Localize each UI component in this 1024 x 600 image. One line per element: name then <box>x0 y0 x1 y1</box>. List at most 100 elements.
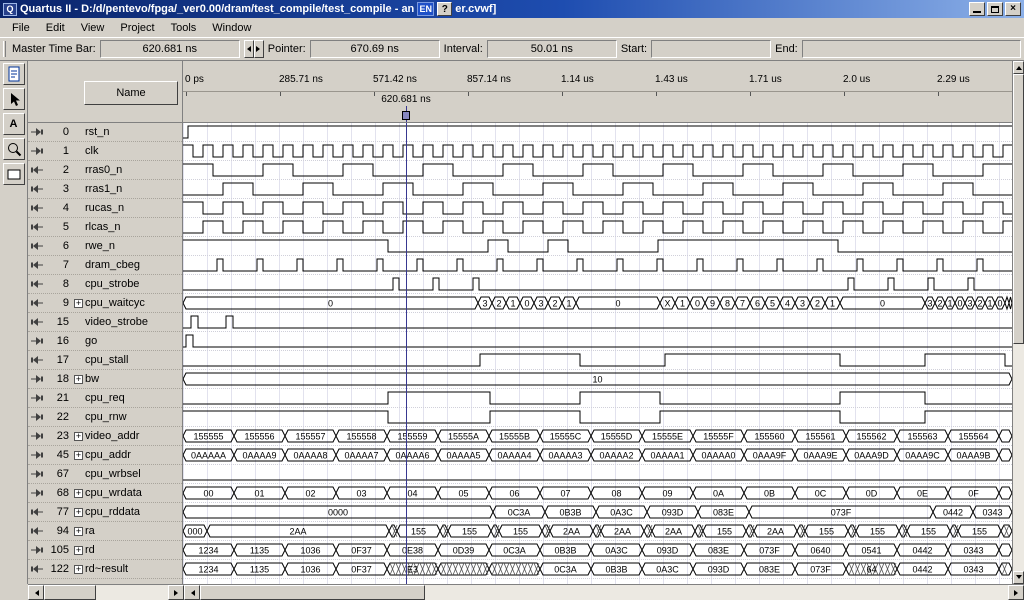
wave-row[interactable] <box>183 351 1012 370</box>
expand-button[interactable]: + <box>74 432 83 441</box>
wave-row[interactable] <box>183 237 1012 256</box>
wave-row[interactable]: 1234113510360F37E30C3A0B3B0A3C093D083E07… <box>183 560 1012 579</box>
menu-project[interactable]: Project <box>112 20 162 36</box>
wave-row[interactable] <box>183 256 1012 275</box>
expand-button[interactable]: + <box>74 546 83 555</box>
scroll-up-button[interactable] <box>1013 61 1024 74</box>
signal-row[interactable]: 16go <box>28 332 182 351</box>
wave-row[interactable]: 0AAAAA0AAAA90AAAA80AAAA70AAAA60AAAA50AAA… <box>183 446 1012 465</box>
wave-row[interactable] <box>183 465 1012 484</box>
signal-row[interactable]: 45+cpu_addr <box>28 446 182 465</box>
expand-button[interactable]: + <box>74 451 83 460</box>
signal-panel-hscrollbar[interactable] <box>28 584 184 600</box>
wave-row[interactable] <box>183 218 1012 237</box>
signal-row[interactable]: 15video_strobe <box>28 313 182 332</box>
master-time-cursor-line[interactable] <box>406 123 407 584</box>
panel-scroll-right-button[interactable] <box>168 585 184 600</box>
waveform-display[interactable]: 032103210X10987654321032103210 10 15555515… <box>183 123 1012 584</box>
signal-row[interactable]: 3rras1_n <box>28 180 182 199</box>
signal-row[interactable]: 5rlcas_n <box>28 218 182 237</box>
signal-row[interactable]: 23+video_addr <box>28 427 182 446</box>
wave-row[interactable] <box>183 389 1012 408</box>
wave-row[interactable]: 000102030405060708090A0B0C0D0E0F <box>183 484 1012 503</box>
fullscreen-tool-button[interactable] <box>3 163 25 185</box>
wave-row[interactable] <box>183 161 1012 180</box>
title-bar[interactable]: Q Quartus II - D:/d/pentevo/fpga/_ver0.0… <box>0 0 1024 18</box>
svg-text:000: 000 <box>187 527 202 537</box>
wave-row[interactable]: 10 <box>183 370 1012 389</box>
signal-row[interactable]: 77+cpu_rddata <box>28 503 182 522</box>
panel-scroll-left-button[interactable] <box>28 585 44 600</box>
spin-left-button[interactable] <box>244 40 254 58</box>
select-tool-button[interactable] <box>3 88 25 110</box>
panel-scroll-thumb[interactable] <box>44 585 96 600</box>
toolbar-grip[interactable] <box>3 41 6 57</box>
wave-scroll-track[interactable] <box>200 585 1008 600</box>
menu-file[interactable]: File <box>4 20 38 36</box>
signal-row[interactable]: 2rras0_n <box>28 161 182 180</box>
menu-window[interactable]: Window <box>204 20 259 36</box>
signal-row[interactable]: 7dram_cbeg <box>28 256 182 275</box>
signal-row[interactable]: 68+cpu_wrdata <box>28 484 182 503</box>
menu-edit[interactable]: Edit <box>38 20 73 36</box>
wave-scroll-thumb[interactable] <box>200 585 425 600</box>
master-time-bar-handle[interactable] <box>402 111 410 120</box>
signal-pin-cell <box>28 222 46 232</box>
signal-row[interactable]: 9+cpu_waitcyc <box>28 294 182 313</box>
wave-row[interactable]: 0002AA1551551552AA2AA2AA1552AA1551551551… <box>183 522 1012 541</box>
wave-row[interactable] <box>183 180 1012 199</box>
signal-row[interactable]: 94+ra <box>28 522 182 541</box>
scroll-down-button[interactable] <box>1013 571 1024 584</box>
vertical-scrollbar[interactable] <box>1012 61 1024 584</box>
wave-row[interactable] <box>183 275 1012 294</box>
spin-right-button[interactable] <box>254 40 264 58</box>
expand-button[interactable]: + <box>74 508 83 517</box>
menu-view[interactable]: View <box>73 20 113 36</box>
signal-row[interactable]: 67cpu_wrbsel <box>28 465 182 484</box>
vertical-scroll-thumb[interactable] <box>1013 74 1024 344</box>
wave-row[interactable] <box>183 123 1012 142</box>
wave-row[interactable] <box>183 142 1012 161</box>
signal-row[interactable]: 0rst_n <box>28 123 182 142</box>
wave-row[interactable] <box>183 332 1012 351</box>
waveform-hscrollbar[interactable] <box>184 584 1024 600</box>
wave-row[interactable]: 032103210X10987654321032103210 <box>183 294 1012 313</box>
close-button[interactable]: × <box>1005 2 1021 16</box>
expand-button[interactable]: + <box>74 527 83 536</box>
wave-row[interactable]: 15555515555615555715555815555915555A1555… <box>183 427 1012 446</box>
wave-scroll-right-button[interactable] <box>1008 585 1024 600</box>
signal-row[interactable]: 1clk <box>28 142 182 161</box>
signal-row[interactable]: 105+rd <box>28 541 182 560</box>
wave-row[interactable] <box>183 408 1012 427</box>
signal-row[interactable]: 8cpu_strobe <box>28 275 182 294</box>
help-badge[interactable]: ? <box>437 2 452 16</box>
name-column-header[interactable]: Name <box>84 81 178 105</box>
master-time-ruler[interactable]: 620.681 ns <box>183 91 1012 122</box>
expand-button[interactable]: + <box>74 489 83 498</box>
signal-row[interactable]: 18+bw <box>28 370 182 389</box>
language-badge[interactable]: EN <box>417 2 434 16</box>
wave-row[interactable] <box>183 313 1012 332</box>
wave-row[interactable] <box>183 199 1012 218</box>
signal-row[interactable]: 6rwe_n <box>28 237 182 256</box>
expand-button[interactable]: + <box>74 565 83 574</box>
signal-row[interactable]: 4rucas_n <box>28 199 182 218</box>
wave-row[interactable]: 1234113510360F370E380D390C3A0B3B0A3C093D… <box>183 541 1012 560</box>
expand-button[interactable]: + <box>74 375 83 384</box>
expand-button[interactable]: + <box>74 299 83 308</box>
wave-scroll-left-button[interactable] <box>184 585 200 600</box>
signal-row[interactable]: 22cpu_rnw <box>28 408 182 427</box>
wave-row[interactable]: 00000C3A0B3B0A3C093D083E073F04420343 <box>183 503 1012 522</box>
signal-row[interactable]: 122+rd~result <box>28 560 182 579</box>
report-tool-button[interactable] <box>3 63 25 85</box>
panel-scroll-track[interactable] <box>44 585 168 600</box>
vertical-scroll-track[interactable] <box>1013 74 1024 571</box>
zoom-tool-button[interactable] <box>3 138 25 160</box>
signal-row[interactable]: 21cpu_req <box>28 389 182 408</box>
restore-button[interactable] <box>987 2 1003 16</box>
menu-tools[interactable]: Tools <box>163 20 205 36</box>
minimize-button[interactable] <box>969 2 985 16</box>
master-time-field[interactable]: 620.681 ns <box>100 40 240 58</box>
text-tool-button[interactable]: A <box>3 113 25 135</box>
signal-row[interactable]: 17cpu_stall <box>28 351 182 370</box>
